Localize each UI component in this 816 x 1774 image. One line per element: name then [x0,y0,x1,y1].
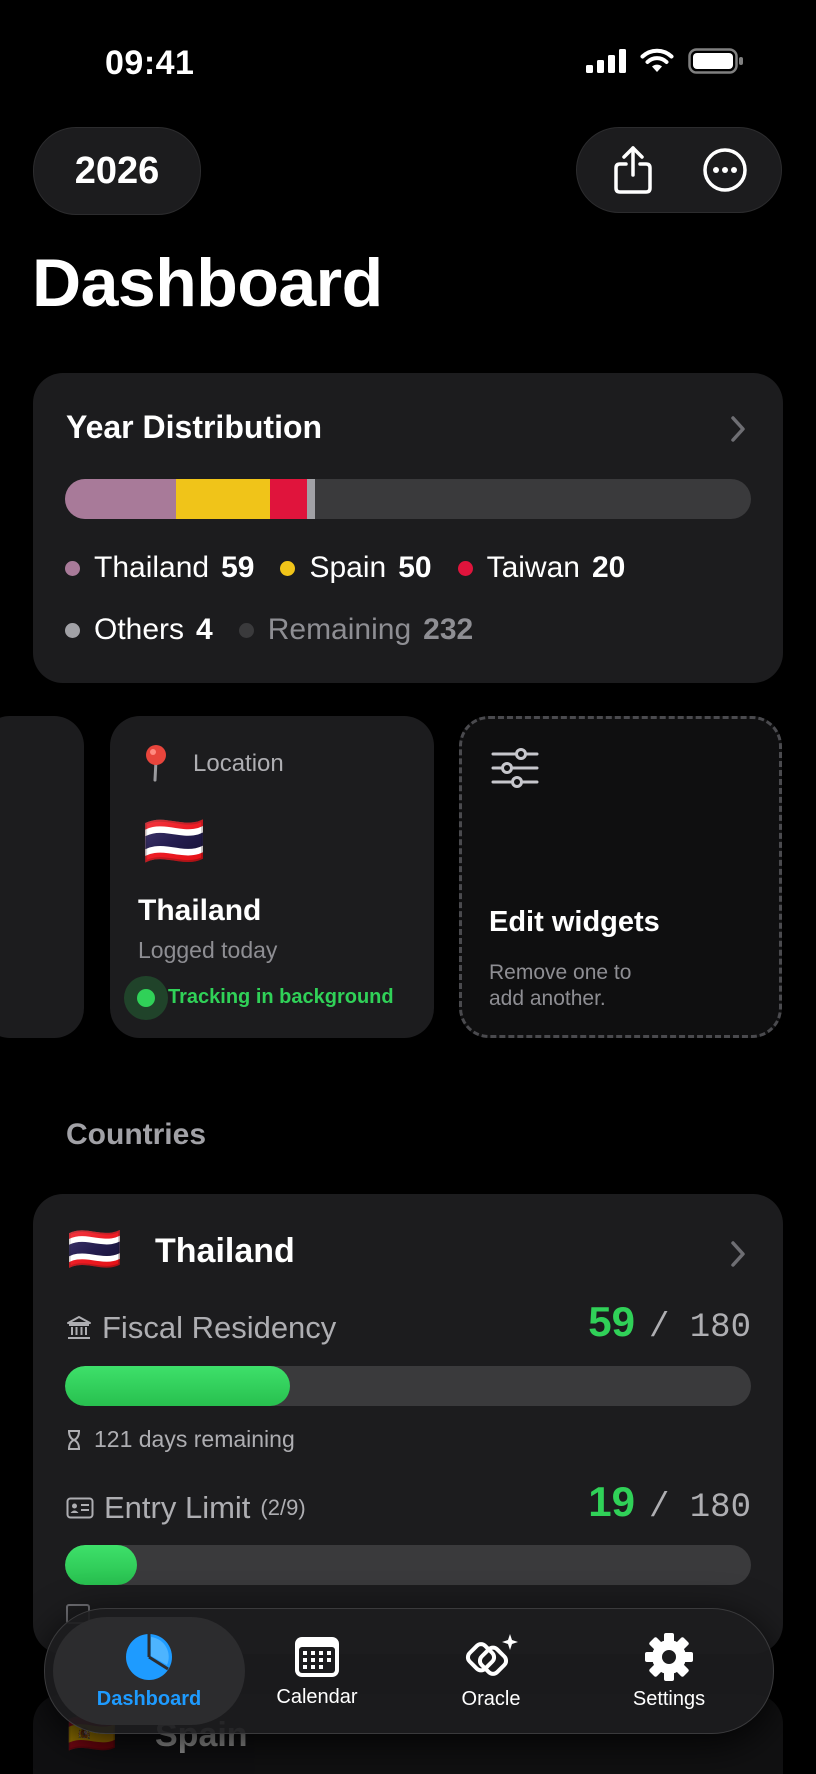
chevron-right-icon [731,416,745,442]
legend-value: 232 [423,613,474,646]
legend-row-1: Thailand 59 Spain 50 Taiwan 20 [65,551,651,585]
legend-row-2: Others 4 Remaining 232 [65,613,499,647]
edit-widgets-hint-2: add another. [489,987,606,1010]
hourglass-icon [68,1429,80,1450]
tab-settings[interactable]: Settings [579,1609,759,1733]
fiscal-residency-label-row: Fiscal Residency [66,1310,336,1346]
tab-label: Settings [632,1687,706,1710]
distribution-segment-others [307,479,315,519]
tab-label: Oracle [461,1687,521,1710]
location-country: Thailand [138,894,262,927]
fiscal-residency-label: Fiscal Residency [102,1310,337,1345]
calendar-icon [295,1636,339,1677]
legend-dot [280,560,296,576]
action-pill [576,127,782,213]
share-button[interactable] [603,140,663,200]
fiscal-remaining-text: 121 days remaining [94,1426,295,1452]
flag-icon: 🇹🇭 [143,813,206,869]
entry-limit-label: Entry Limit [104,1490,251,1525]
fiscal-progress-track [65,1366,751,1406]
legend-dot [65,560,80,576]
distribution-segment-spain [175,479,270,519]
edit-widgets-title: Edit widgets [489,906,660,938]
flag-icon: 🇹🇭 [67,1225,122,1274]
gear-icon [645,1632,693,1681]
card-title: Year Distribution [66,409,323,445]
legend-value: 50 [398,551,432,584]
entry-days-limit: / 180 [648,1489,751,1527]
legend-item-taiwan: Taiwan 20 [457,551,626,585]
legend-value: 59 [221,551,255,584]
tab-label: Calendar [276,1685,358,1708]
widget-partial[interactable] [0,716,84,1038]
entry-limit-label-row: Entry Limit (2/9) [66,1490,306,1526]
country-name: Thailand [155,1232,295,1270]
legend-dot [457,560,473,576]
battery-icon [688,48,743,74]
legend-name: Spain [309,551,387,584]
legend-dot [65,622,80,638]
id-card-icon [66,1497,94,1519]
entry-count: (2/9) [260,1495,306,1520]
entry-progress-track [65,1545,751,1585]
tab-dashboard[interactable]: Dashboard [53,1609,245,1733]
legend-name: Remaining [267,613,412,646]
distribution-segment-taiwan [269,479,308,519]
tab-bar: Dashboard Calendar Oracle Settings [44,1608,774,1734]
tracking-status: Tracking in background [168,986,394,1008]
year-distribution-card[interactable]: Year Distribution Thailand 59 Spain 50 T… [33,373,783,683]
edit-widgets-card[interactable]: Edit widgets Remove one to add another. [459,716,782,1038]
pie-chart-icon [126,1633,172,1680]
tab-oracle[interactable]: Oracle [405,1609,577,1733]
entry-days-value: 19 [588,1478,635,1525]
fiscal-days-value: 59 [588,1298,635,1345]
tab-calendar[interactable]: Calendar [231,1609,403,1733]
entry-progress-fill [65,1545,138,1585]
pin-icon [146,745,166,782]
wifi-icon [640,48,674,72]
legend-value: 4 [196,613,213,646]
year-selector-button[interactable]: 2026 [33,127,201,215]
status-time: 09:41 [105,44,195,82]
country-card-thailand[interactable]: 🇹🇭 Thailand Fiscal Residency 59 / 180 12… [33,1194,783,1654]
legend-name: Others [94,613,185,646]
cellular-signal-icon [586,49,626,73]
tracking-indicator [124,976,168,1020]
legend-item-others: Others 4 [65,613,213,647]
chevron-right-icon [731,1241,745,1267]
page-title: Dashboard [32,245,383,321]
section-label-countries: Countries [66,1118,207,1151]
more-options-button[interactable] [695,140,755,200]
bank-icon [67,1316,91,1339]
legend-value: 20 [591,551,626,584]
oracle-sparkle-icon [465,1633,518,1676]
legend-name: Taiwan [486,551,580,584]
legend-item-thailand: Thailand 59 [65,551,254,585]
distribution-segment-thailand [65,479,176,519]
entry-limit-value: 19 / 180 [588,1478,751,1527]
legend-name: Thailand [94,551,210,584]
edit-widgets-hint-1: Remove one to [489,961,632,984]
status-icons [586,48,744,74]
share-icon [614,146,652,194]
tab-label: Dashboard [96,1687,202,1710]
distribution-bar [65,479,751,519]
location-widget[interactable]: Location 🇹🇭 Thailand Logged today Tracki… [110,716,434,1038]
legend-item-spain: Spain 50 [280,551,432,585]
fiscal-days-limit: / 180 [648,1309,751,1347]
sliders-icon [491,748,539,788]
legend-dot [238,622,254,638]
widget-header: Location [193,750,284,777]
ellipsis-circle-icon [703,148,747,192]
fiscal-remaining-row: 121 days remaining [66,1426,295,1453]
location-subtitle: Logged today [138,937,278,963]
legend-item-remaining: Remaining 232 [238,613,474,647]
fiscal-progress-fill [65,1366,290,1406]
fiscal-residency-value: 59 / 180 [588,1298,751,1347]
